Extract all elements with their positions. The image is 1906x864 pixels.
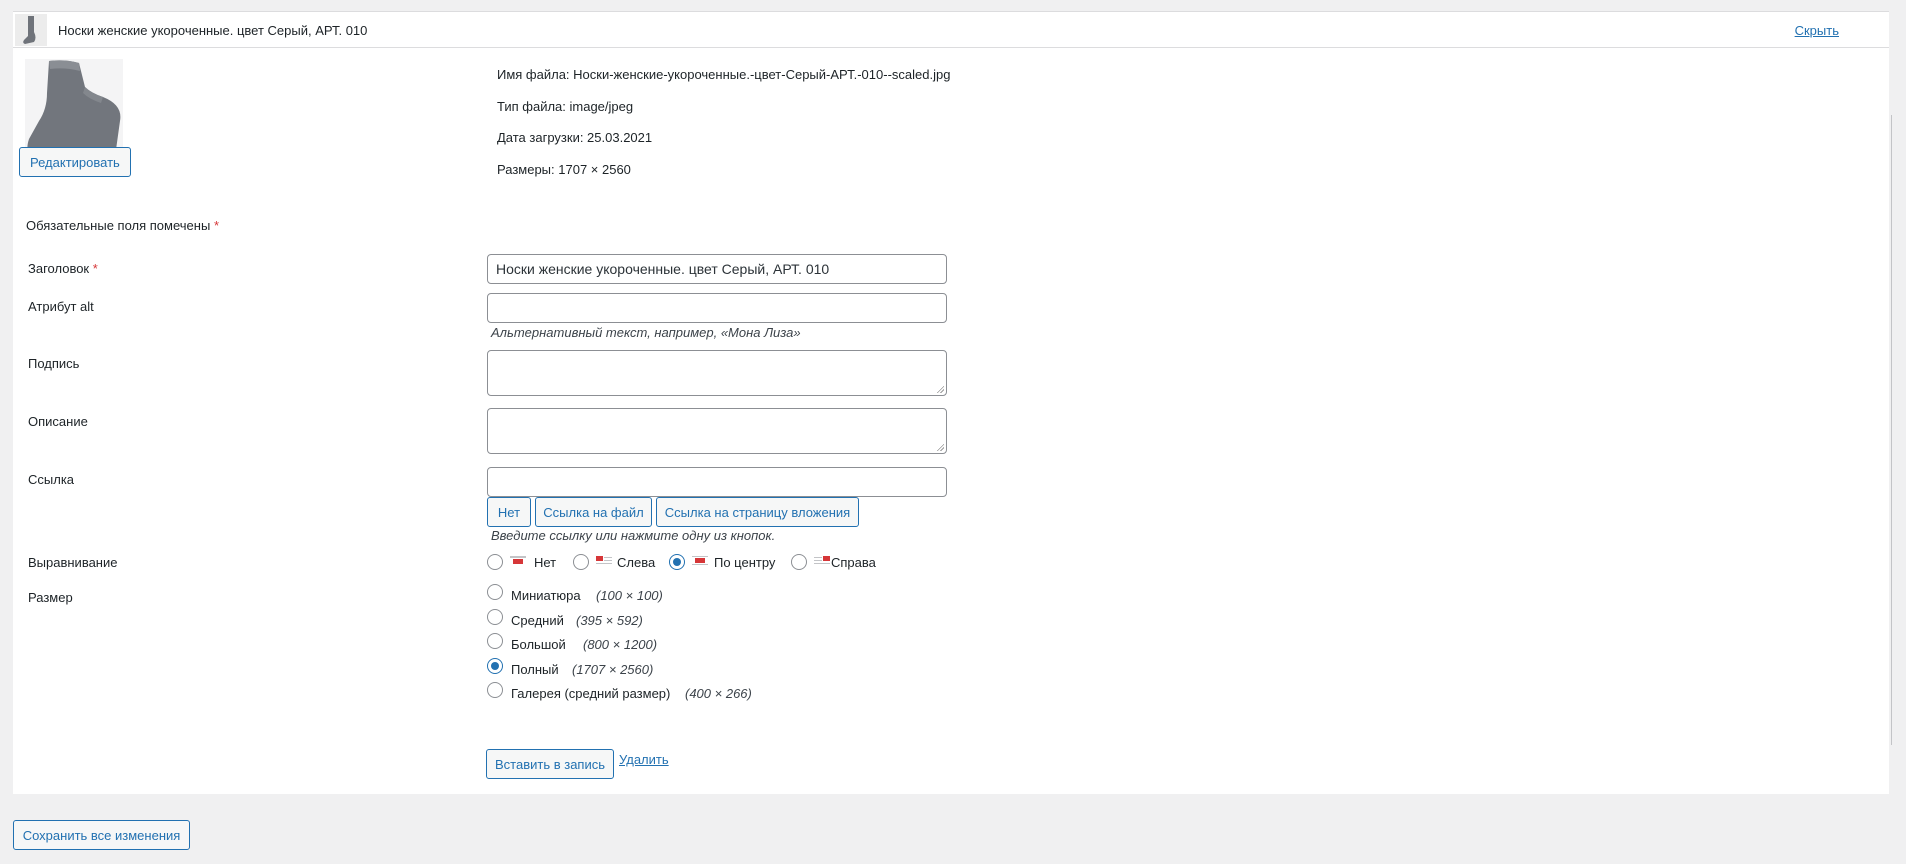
size-label: Размер — [28, 590, 73, 605]
align-none-radio[interactable] — [487, 554, 503, 570]
size-gallery-radio[interactable] — [487, 682, 503, 698]
alt-input[interactable] — [487, 293, 947, 323]
save-all-changes-button[interactable]: Сохранить все изменения — [13, 820, 190, 850]
size-thumbnail-radio[interactable] — [487, 584, 503, 600]
size-gallery-label: Галерея (средний размер) — [511, 686, 671, 701]
title-label-text: Заголовок — [28, 261, 90, 276]
link-attachment-page-button[interactable]: Ссылка на страницу вложения — [656, 497, 859, 527]
hide-link[interactable]: Скрыть — [1795, 23, 1839, 38]
attachment-thumbnail — [25, 59, 123, 159]
size-gallery-dims: (400 × 266) — [685, 686, 752, 701]
scrollbar-track[interactable] — [1891, 115, 1892, 745]
alt-label: Атрибут alt — [28, 299, 94, 314]
image-dimensions: Размеры: 1707 × 2560 — [497, 162, 631, 177]
header-thumbnail — [15, 14, 47, 46]
align-center-label: По центру — [714, 555, 776, 570]
link-none-button[interactable]: Нет — [487, 497, 531, 527]
align-none-icon — [510, 556, 526, 564]
file-type: Тип файла: image/jpeg — [497, 99, 634, 114]
size-medium-label: Средний — [511, 613, 564, 628]
size-large-dims: (800 × 1200) — [583, 637, 658, 652]
link-help: Введите ссылку или нажмите одну из кнопо… — [491, 528, 776, 543]
sock-image — [25, 59, 123, 159]
size-large-radio[interactable] — [487, 633, 503, 649]
insert-into-post-button[interactable]: Вставить в запись — [486, 749, 614, 779]
size-large-label: Большой — [511, 637, 566, 652]
size-thumbnail-label: Миниатюра — [511, 588, 581, 603]
size-medium-radio[interactable] — [487, 609, 503, 625]
link-label: Ссылка — [28, 472, 75, 487]
sock-image-small — [15, 14, 47, 46]
upload-date: Дата загрузки: 25.03.2021 — [497, 130, 653, 145]
file-name: Имя файла: Носки-женские-укороченные.-цв… — [497, 67, 951, 82]
align-right-label: Справа — [831, 555, 876, 570]
size-full-radio[interactable] — [487, 658, 503, 674]
resize-grip-icon[interactable] — [936, 443, 944, 451]
align-left-radio[interactable] — [573, 554, 589, 570]
attachment-title: Носки женские укороченные. цвет Серый, А… — [58, 23, 368, 38]
caption-label: Подпись — [28, 356, 80, 371]
required-fields-note: Обязательные поля помечены * — [26, 218, 219, 233]
alt-help: Альтернативный текст, например, «Мона Ли… — [491, 325, 801, 340]
align-right-icon — [814, 556, 830, 564]
link-input[interactable] — [487, 467, 947, 497]
title-label: Заголовок * — [28, 261, 98, 276]
align-none-label: Нет — [534, 555, 557, 570]
alignment-label: Выравнивание — [28, 555, 118, 570]
size-medium-dims: (395 × 592) — [576, 613, 643, 628]
resize-grip-icon[interactable] — [936, 385, 944, 393]
description-label: Описание — [28, 414, 88, 429]
caption-textarea[interactable] — [487, 350, 947, 396]
title-required-star: * — [92, 261, 98, 276]
attachment-header: Носки женские укороченные. цвет Серый, А… — [13, 12, 1889, 48]
required-star: * — [213, 218, 219, 233]
align-center-radio[interactable] — [669, 554, 685, 570]
align-left-icon — [596, 556, 612, 564]
size-thumbnail-dims: (100 × 100) — [596, 588, 663, 603]
title-input[interactable]: Носки женские укороченные. цвет Серый, А… — [487, 254, 947, 284]
size-full-label: Полный — [511, 662, 559, 677]
attachment-panel: Носки женские укороченные. цвет Серый, А… — [13, 11, 1889, 794]
delete-link[interactable]: Удалить — [619, 752, 669, 767]
align-right-radio[interactable] — [791, 554, 807, 570]
align-left-label: Слева — [617, 555, 656, 570]
edit-image-button[interactable]: Редактировать — [19, 147, 131, 177]
link-file-button[interactable]: Ссылка на файл — [535, 497, 652, 527]
size-full-dims: (1707 × 2560) — [572, 662, 654, 677]
required-note-text: Обязательные поля помечены — [26, 218, 211, 233]
description-textarea[interactable] — [487, 408, 947, 454]
align-center-icon — [692, 556, 708, 565]
